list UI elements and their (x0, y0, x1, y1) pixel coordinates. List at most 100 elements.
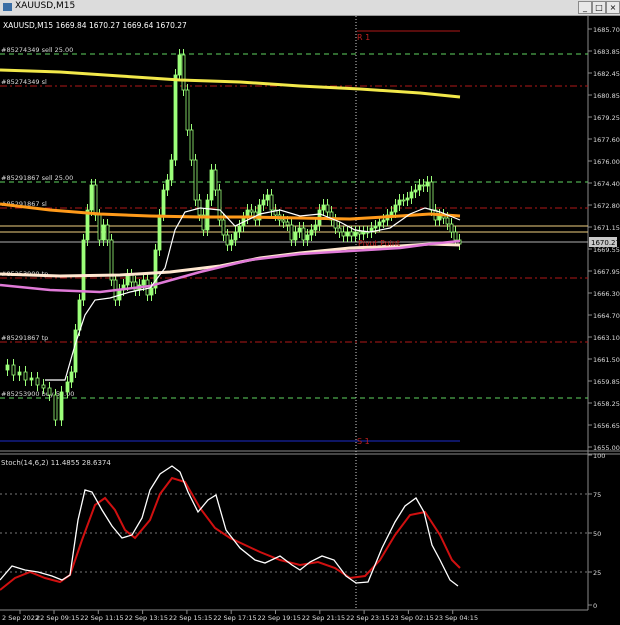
candle-body (281, 219, 286, 223)
candle-body (233, 231, 238, 241)
order-label: #85274349 sl (1, 78, 47, 86)
candle-body (293, 231, 298, 241)
candle-body (413, 189, 418, 193)
candle-body (237, 225, 242, 233)
time-tick-label: 22 Sep 17:15 (213, 614, 256, 622)
candle-body (373, 225, 378, 229)
order-label: #85291867 tp (1, 334, 48, 342)
pink-moving-average (0, 239, 461, 294)
stoch-tick-label: 25 (593, 569, 601, 577)
price-tick-label: 1671.15 (593, 224, 620, 232)
time-tick-label: 22 Sep 09:15 (36, 614, 79, 622)
candle-body (73, 329, 78, 373)
stochastic-main-line (0, 465, 459, 587)
candle-body (345, 231, 350, 237)
candle-body (425, 181, 430, 187)
time-tick-label: 22 Sep 19:15 (258, 614, 301, 622)
candle-body (321, 204, 326, 211)
candle-body (225, 234, 230, 246)
candle-body (169, 159, 174, 181)
candle-body (429, 181, 434, 211)
candle-body (217, 189, 222, 221)
candle-body (165, 179, 170, 191)
candle-body (149, 287, 154, 296)
price-tick-label: 1661.50 (593, 356, 620, 364)
price-tick-label: 1679.25 (593, 114, 620, 122)
stoch-tick-label: 50 (593, 530, 601, 538)
price-tick-label: 1669.55 (593, 246, 620, 254)
candle-body (393, 204, 398, 213)
stoch-tick-label: 75 (593, 491, 601, 499)
candle-body (261, 199, 266, 206)
candle-body (421, 184, 426, 187)
stochastic-signal-line (0, 476, 461, 591)
candle-body (65, 381, 70, 393)
price-tick-label: 1682.45 (593, 70, 620, 78)
s1-label: S 1 (357, 437, 370, 446)
candle-body (11, 364, 16, 376)
time-tick-label: 22 Sep 13:15 (125, 614, 168, 622)
candle-body (53, 394, 58, 421)
pivot-point-label: Pivot Point (358, 239, 400, 248)
candle-body (29, 377, 34, 381)
candle-body (125, 274, 130, 286)
candle-body (449, 223, 454, 233)
candle-body (157, 214, 162, 251)
yellow-moving-average (0, 68, 461, 99)
candle-body (105, 224, 110, 241)
symbol-info: XAUUSD,M15 1669.84 1670.27 1669.64 1670.… (3, 21, 187, 30)
candle-body (101, 224, 106, 241)
price-tick-label: 1672.80 (593, 202, 620, 210)
chart-window: XAUUSD,M15 _ □ × XAUUSD,M15 1669.84 1670… (0, 0, 620, 625)
candle-body (377, 221, 382, 227)
candle-body (189, 129, 194, 161)
candle-body (405, 197, 410, 201)
time-tick-label: 22 Sep 15:15 (169, 614, 212, 622)
candle-body (389, 211, 394, 216)
candle-body (341, 231, 346, 237)
candle-body (309, 229, 314, 236)
candle-body (59, 391, 64, 421)
candle-body (381, 219, 386, 223)
candle-body (177, 54, 182, 76)
candle-body (249, 209, 254, 213)
candles (5, 49, 462, 426)
time-tick-label: 23 Sep 02:15 (390, 614, 433, 622)
candle-body (349, 231, 354, 237)
candle-body (305, 234, 310, 241)
price-tick-label: 1674.40 (593, 180, 620, 188)
price-tick-label: 1664.70 (593, 312, 620, 320)
price-tick-label: 1667.95 (593, 268, 620, 276)
price-chart[interactable]: XAUUSD,M15 1669.84 1670.27 1669.64 1670.… (0, 0, 620, 625)
candle-body (417, 184, 422, 191)
candle-body (69, 371, 74, 383)
candle-body (265, 194, 270, 201)
order-label: #85291867 sell 25.00 (1, 174, 73, 182)
order-label: #85274349 sell 25.00 (1, 46, 73, 54)
candle-body (5, 364, 10, 371)
time-tick-label: 2 Sep 2022 (2, 614, 39, 622)
candle-body (353, 231, 358, 237)
candle-body (205, 199, 210, 231)
price-tick-label: 1683.85 (593, 48, 620, 56)
candle-body (181, 54, 186, 91)
candle-body (397, 199, 402, 206)
candle-body (409, 191, 414, 199)
time-axis: 2 Sep 202222 Sep 09:15 22 Sep 11:15 22 Sep… (2, 610, 478, 622)
candle-body (357, 231, 362, 235)
candle-body (89, 184, 94, 211)
candle-body (325, 204, 330, 213)
candle-body (93, 184, 98, 216)
time-tick-label: 23 Sep 04:15 (435, 614, 478, 622)
time-tick-label: 22 Sep 21:15 (302, 614, 345, 622)
candle-body (41, 384, 46, 389)
candle-body (401, 199, 406, 202)
price-tick-label: 1685.70 (593, 26, 620, 34)
time-tick-label: 22 Sep 23:15 (346, 614, 389, 622)
current-price-label: 1670.27 (591, 239, 620, 247)
price-tick-label: 1663.10 (593, 334, 620, 342)
candle-body (269, 194, 274, 211)
price-tick-label: 1666.30 (593, 290, 620, 298)
candle-body (445, 217, 450, 225)
candle-body (289, 224, 294, 241)
